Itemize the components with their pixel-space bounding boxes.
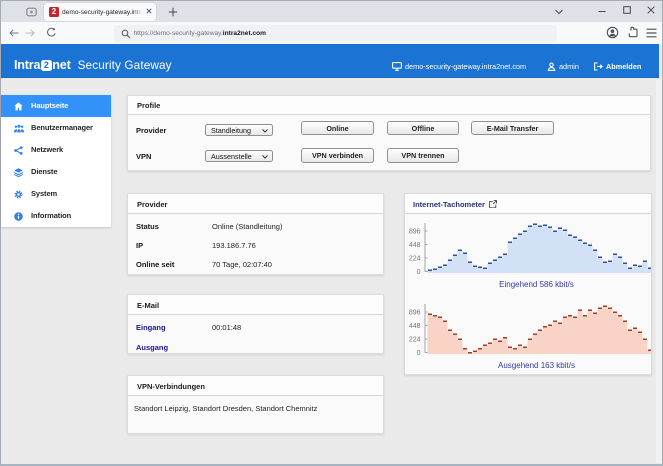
svg-text:224: 224 [409,256,421,263]
svg-text:448: 448 [409,323,421,330]
svg-text:896: 896 [409,229,421,236]
svg-text:0: 0 [417,350,421,357]
svg-text:224: 224 [409,337,421,344]
svg-text:448: 448 [409,242,421,249]
svg-text:0: 0 [417,269,421,276]
svg-text:896: 896 [409,310,421,317]
